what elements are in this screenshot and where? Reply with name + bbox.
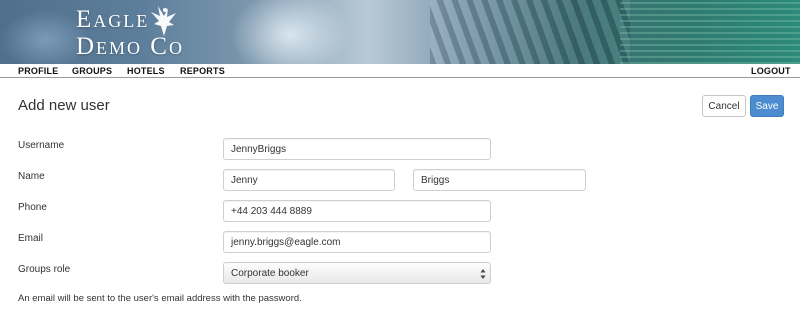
username-label: Username	[18, 140, 65, 151]
email-input[interactable]: jenny.briggs@eagle.com	[223, 231, 491, 253]
banner-decoration	[430, 0, 630, 64]
header-banner: Eagle Demo Co	[0, 0, 800, 64]
nav-profile[interactable]: PROFILE	[18, 66, 58, 76]
groups-role-value: Corporate booker	[231, 267, 309, 279]
nav-groups[interactable]: GROUPS	[72, 66, 112, 76]
select-arrows-icon	[480, 269, 486, 279]
save-button[interactable]: Save	[750, 95, 784, 117]
email-notice: An email will be sent to the user's emai…	[18, 293, 302, 304]
email-label: Email	[18, 233, 44, 244]
groups-role-select[interactable]: Corporate booker	[223, 262, 491, 284]
nav-hotels[interactable]: HOTELS	[127, 66, 165, 76]
page-title: Add new user	[18, 97, 110, 114]
banner-decoration	[230, 0, 350, 64]
cancel-button[interactable]: Cancel	[702, 95, 746, 117]
nav-reports[interactable]: REPORTS	[180, 66, 225, 76]
main-nav: PROFILE GROUPS HOTELS REPORTS LOGOUT	[0, 64, 800, 78]
eagle-icon	[151, 6, 176, 36]
name-label: Name	[18, 171, 45, 182]
first-name-input[interactable]: Jenny	[223, 169, 395, 191]
groups-role-label: Groups role	[18, 264, 71, 275]
last-name-input[interactable]: Briggs	[413, 169, 586, 191]
username-input[interactable]: JennyBriggs	[223, 138, 491, 160]
phone-input[interactable]: +44 203 444 8889	[223, 200, 491, 222]
nav-logout[interactable]: LOGOUT	[751, 66, 791, 76]
banner-decoration	[620, 0, 800, 64]
phone-label: Phone	[18, 202, 47, 213]
